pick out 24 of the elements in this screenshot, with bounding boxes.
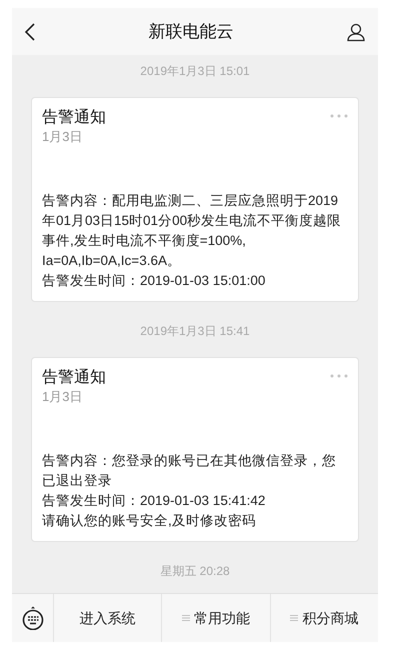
- keyboard-icon[interactable]: [22, 606, 44, 630]
- card-text: 告警内容：配用电监测二、三层应急照明于2019年01月03日15时01分00秒发生电流不平衡度越限事件,发生时电流不平衡度=100%,: [42, 192, 342, 250]
- card-date: 1月3日: [42, 128, 84, 145]
- card-text: 告警发生时间：2019-01-03 15:01:00: [42, 272, 266, 290]
- card-text: 告警发生时间：2019-01-03 15:41:42: [42, 492, 266, 510]
- menu-tab[interactable]: 进入系统: [54, 594, 162, 642]
- user-icon[interactable]: [346, 22, 366, 42]
- card-title: 告警通知: [42, 108, 106, 128]
- header-title: 新联电能云: [148, 20, 234, 43]
- back-icon[interactable]: [24, 22, 36, 42]
- card-text: 告警内容：您登录的账号已在其他微信登录，您已退出登录: [42, 452, 337, 490]
- message-card[interactable]: 告警通知 1月3日 告警内容：配用电监测二、三层应急照明于2019年01月03日15时01分00秒发生电流不平衡度越限事件,发生时电流不平衡度=100%, Ia=0A,Ib=0A,Ic=3.6A。 告警发生时间：2019-01-03 15:01:00: [31, 97, 359, 302]
- menu-tab[interactable]: 常用功能: [162, 594, 271, 642]
- card-text: 请确认您的账号安全,及时修改密码: [42, 512, 257, 530]
- message-card[interactable]: 告警通知 1月3日 告警内容：您登录的账号已在其他微信登录，您已退出登录 告警发生时间：2019-01-03 15:41:42 请确认您的账号安全,及时修改密码: [31, 357, 359, 542]
- menu-icon: [290, 614, 298, 622]
- timestamp: 星期五 20:28: [160, 563, 230, 580]
- menu-tab[interactable]: 积分商城: [270, 594, 378, 642]
- timestamp: 2019年1月3日 15:01: [140, 63, 250, 80]
- card-text: Ia=0A,Ib=0A,Ic=3.6A。: [42, 252, 182, 270]
- card-title: 告警通知: [42, 368, 106, 388]
- timestamp: 2019年1月3日 15:41: [140, 323, 250, 340]
- menu-icon: [182, 614, 190, 622]
- card-date: 1月3日: [42, 388, 84, 405]
